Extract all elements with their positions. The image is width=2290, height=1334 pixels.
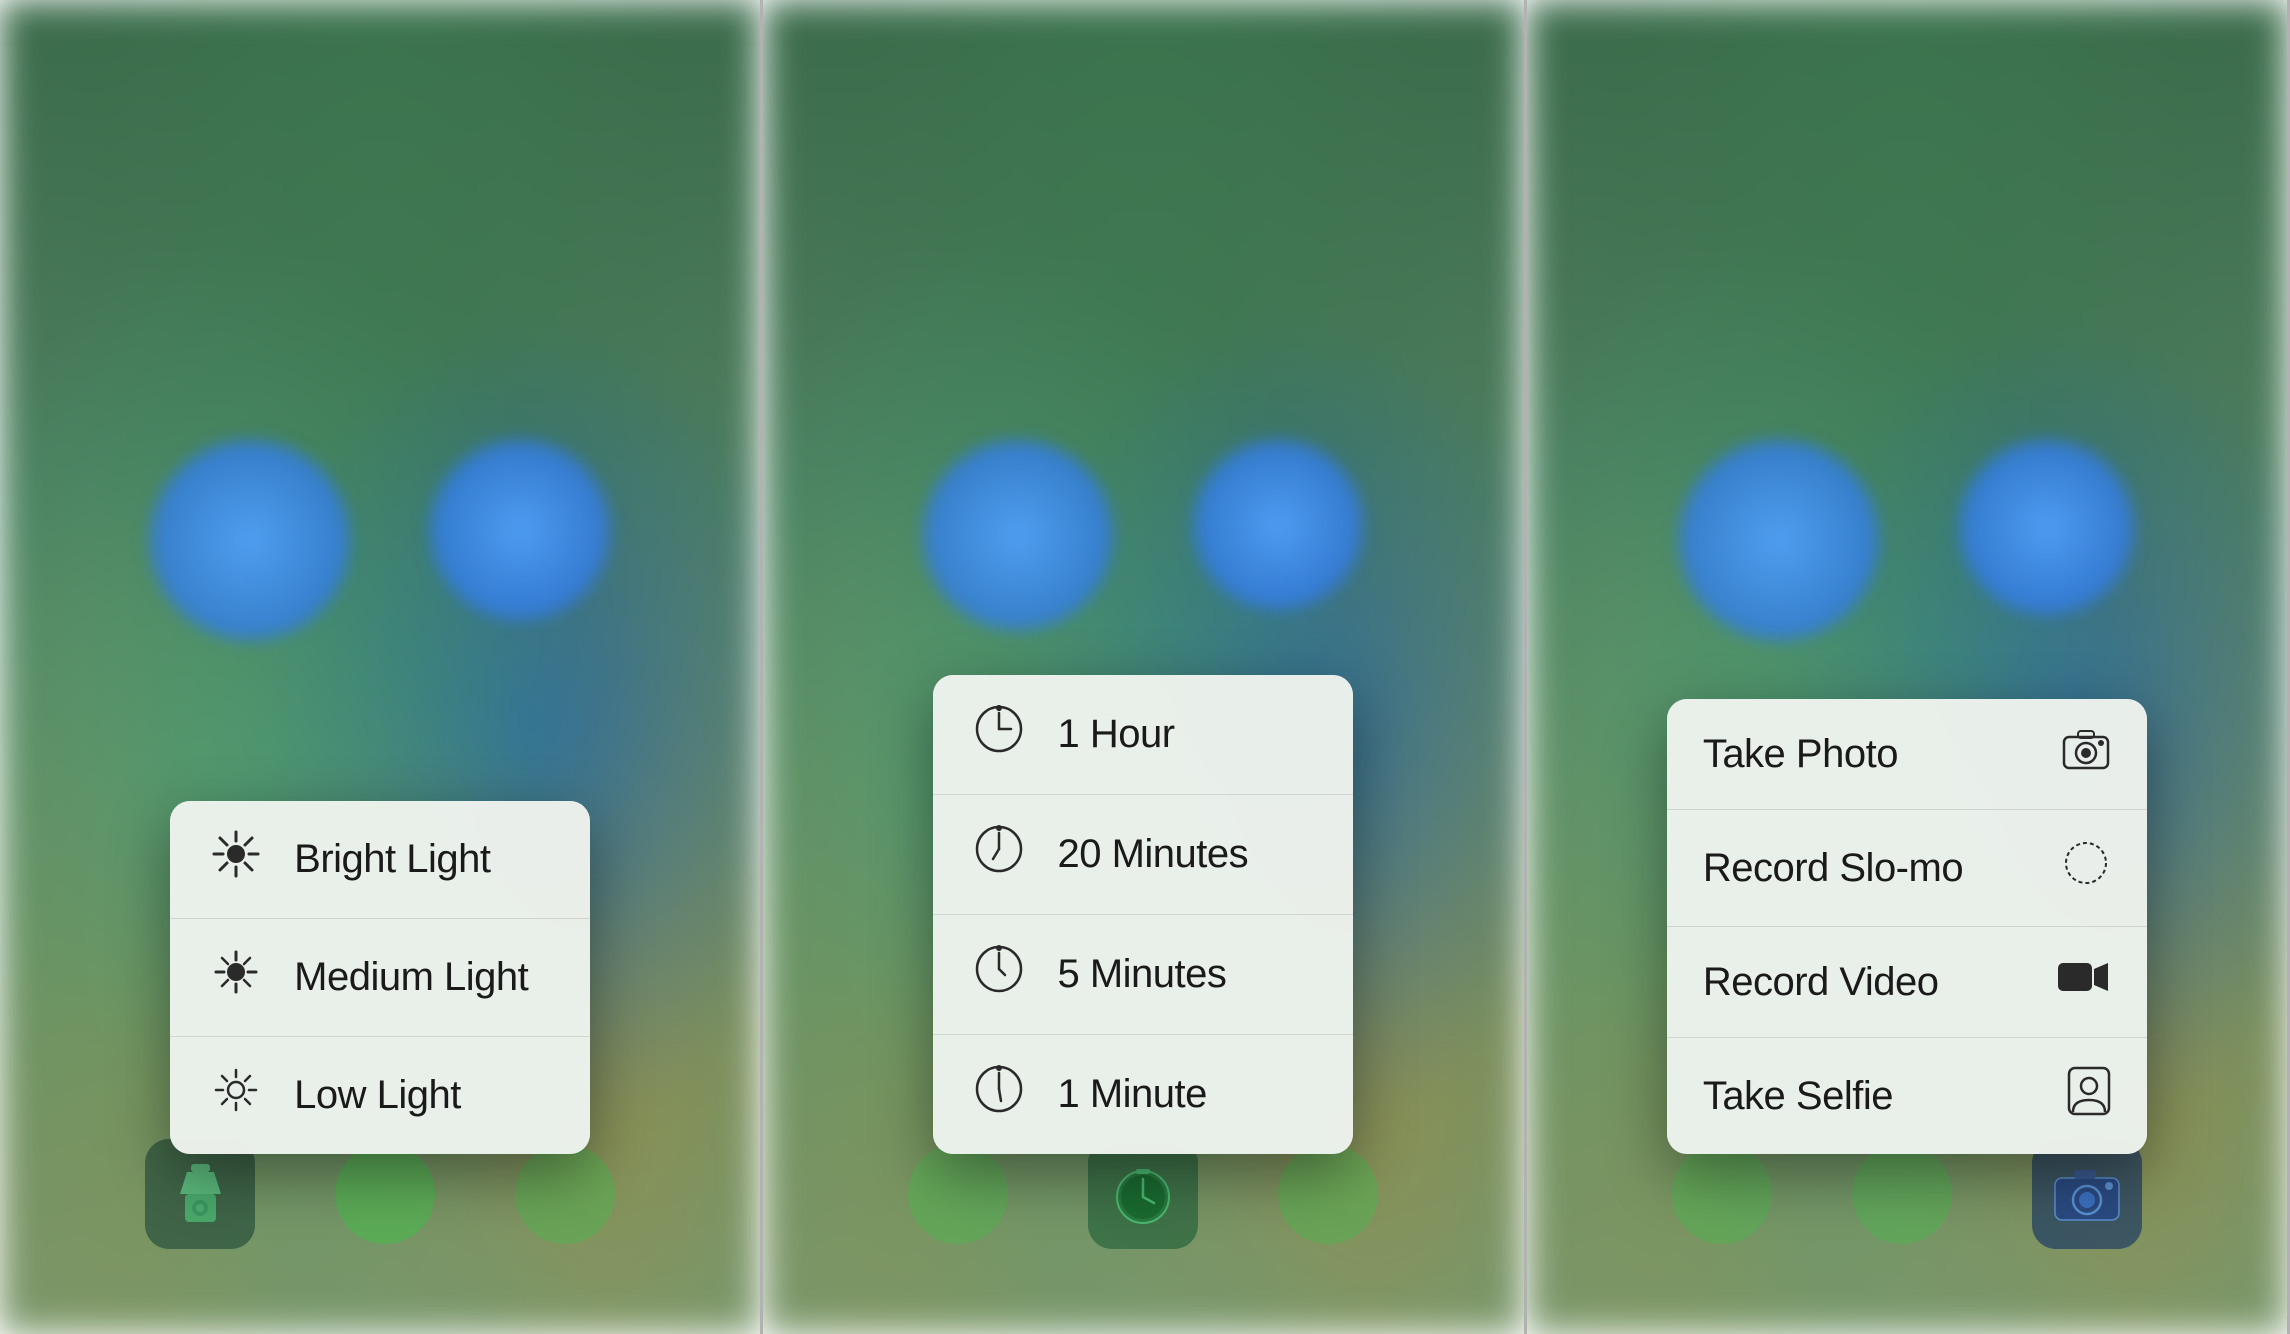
20-minutes-item[interactable]: 20 Minutes — [933, 795, 1353, 915]
green-dot-6 — [1852, 1144, 1952, 1244]
blue-circle-2 — [430, 440, 610, 620]
5-minutes-item[interactable]: 5 Minutes — [933, 915, 1353, 1035]
flashlight-menu: Bright Light Medium — [170, 801, 590, 1154]
20-minutes-label: 20 Minutes — [1057, 832, 1248, 877]
medium-light-label: Medium Light — [294, 955, 528, 1000]
take-selfie-item[interactable]: Take Selfie — [1667, 1038, 2147, 1154]
record-slomo-icon — [2061, 838, 2111, 898]
take-photo-item[interactable]: Take Photo — [1667, 699, 2147, 810]
medium-light-item[interactable]: Medium Light — [170, 919, 590, 1037]
bright-light-label: Bright Light — [294, 837, 490, 882]
medium-light-icon — [206, 947, 266, 1008]
green-dot-2 — [515, 1144, 615, 1244]
mid-icons-3 — [1527, 440, 2287, 640]
blue-circle-4 — [1193, 440, 1363, 610]
flashlight-panel: Bright Light Medium — [0, 0, 763, 1334]
record-slomo-label: Record Slo-mo — [1703, 846, 1963, 891]
1-hour-icon — [969, 703, 1029, 766]
panel1-content: Bright Light Medium — [0, 801, 760, 1274]
1-hour-label: 1 Hour — [1057, 712, 1174, 757]
blue-circle-5 — [1679, 440, 1879, 640]
record-slomo-item[interactable]: Record Slo-mo — [1667, 810, 2147, 927]
low-light-label: Low Light — [294, 1073, 461, 1118]
green-dot-5 — [1672, 1144, 1772, 1244]
record-video-icon — [2055, 955, 2111, 1009]
timer-dock-icon[interactable] — [1088, 1139, 1198, 1249]
1-minute-icon — [969, 1063, 1029, 1126]
camera-panel: Take Photo Record Slo-mo — [1527, 0, 2290, 1334]
timer-panel: 1 Hour 20 Minutes — [763, 0, 1526, 1334]
blue-circle-1 — [150, 440, 350, 640]
mid-icons-1 — [0, 440, 760, 640]
camera-menu: Take Photo Record Slo-mo — [1667, 699, 2147, 1154]
blue-circle-3 — [923, 440, 1113, 630]
camera-dock-icon[interactable] — [2032, 1139, 2142, 1249]
blue-circle-6 — [1959, 440, 2134, 615]
5-minutes-icon — [969, 943, 1029, 1006]
1-hour-item[interactable]: 1 Hour — [933, 675, 1353, 795]
take-selfie-label: Take Selfie — [1703, 1074, 1893, 1119]
bright-light-icon — [206, 829, 266, 890]
record-video-label: Record Video — [1703, 960, 1939, 1005]
low-light-icon — [206, 1065, 266, 1126]
panel3-content: Take Photo Record Slo-mo — [1527, 699, 2287, 1274]
take-photo-label: Take Photo — [1703, 732, 1898, 777]
1-minute-item[interactable]: 1 Minute — [933, 1035, 1353, 1154]
1-minute-label: 1 Minute — [1057, 1072, 1206, 1117]
record-video-item[interactable]: Record Video — [1667, 927, 2147, 1038]
mid-icons-2 — [763, 440, 1523, 630]
20-minutes-icon — [969, 823, 1029, 886]
green-dot-3 — [908, 1144, 1008, 1244]
green-dot-4 — [1278, 1144, 1378, 1244]
5-minutes-label: 5 Minutes — [1057, 952, 1226, 997]
timer-menu: 1 Hour 20 Minutes — [933, 675, 1353, 1154]
take-photo-icon — [2061, 727, 2111, 781]
flashlight-dock-icon[interactable] — [145, 1139, 255, 1249]
panel2-content: 1 Hour 20 Minutes — [763, 675, 1523, 1274]
take-selfie-icon — [2067, 1066, 2111, 1126]
bright-light-item[interactable]: Bright Light — [170, 801, 590, 919]
low-light-item[interactable]: Low Light — [170, 1037, 590, 1154]
green-dot-1 — [335, 1144, 435, 1244]
